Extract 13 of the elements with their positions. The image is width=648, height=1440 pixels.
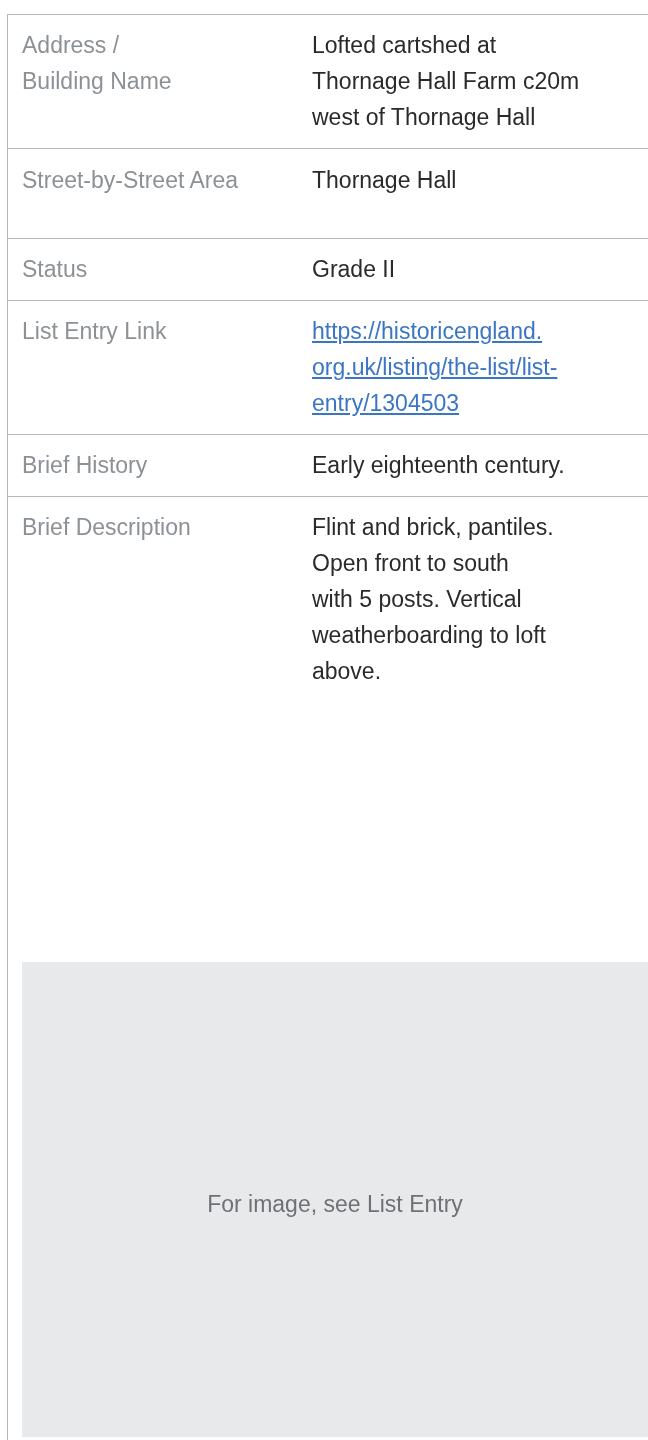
row-label: Brief History (21, 451, 149, 480)
row-label: Brief Description (21, 513, 192, 542)
row-value: Lofted cartshed at Thornage Hall Farm c20m west of Thornage Hall (312, 31, 581, 132)
row-value: Grade II (312, 255, 397, 284)
image-caption: For image, see List Entry (207, 1191, 463, 1218)
row-label: Street-by-Street Area (21, 166, 240, 195)
row-value: Early eighteenth century. (312, 451, 566, 480)
list-entry-link[interactable]: https://historicengland. org.uk/listing/the-list/list- entry/1304503 (312, 313, 558, 421)
row-label: List Entry Link (21, 317, 168, 346)
row-label: Status (21, 255, 89, 284)
row-value: Flint and brick, pantiles. Open front to south with 5 posts. Vertical weatherboarding to loft above. (312, 513, 555, 686)
row-value: Thornage Hall (312, 166, 458, 195)
row-label: Address / Building Name (21, 31, 173, 96)
